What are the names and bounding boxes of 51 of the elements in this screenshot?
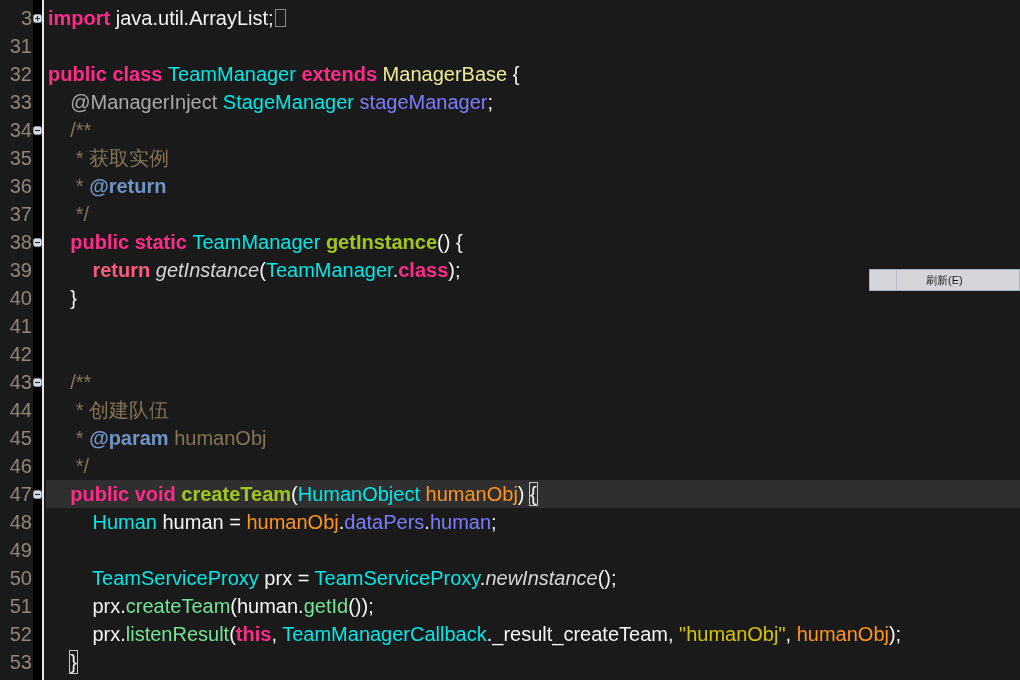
- collapse-icon[interactable]: [33, 125, 42, 135]
- line-number: 36: [8, 174, 33, 199]
- code-line: }: [69, 286, 77, 311]
- code-line: prx.createTeam(human.getId());: [91, 594, 374, 619]
- code-line: public void createTeam(HumanObject humanObj) {: [69, 482, 537, 507]
- expand-icon[interactable]: [33, 13, 42, 23]
- line-number: 52: [8, 622, 33, 647]
- line-number: 44: [8, 398, 33, 423]
- folded-code-marker-icon[interactable]: [274, 9, 286, 27]
- code-line: import java.util.ArrayList;: [48, 6, 274, 31]
- collapse-icon[interactable]: [33, 377, 42, 387]
- line-number: 46: [8, 454, 33, 479]
- code-line: public static TeamManager getInstance() {: [69, 230, 463, 255]
- menu-item[interactable]: 刷新(E): [870, 270, 1019, 290]
- code-line: prx.listenResult(this, TeamManagerCallback._result_createTeam, "humanObj", humanObj);: [91, 622, 902, 647]
- line-number: 49: [8, 538, 33, 563]
- code-line: */: [74, 202, 90, 227]
- line-number: 47: [8, 482, 33, 507]
- code-line: /**: [69, 118, 92, 143]
- code-line: * @param humanObj: [74, 426, 267, 451]
- code-line: */: [74, 454, 90, 479]
- code-line: Human human = humanObj.dataPers.human;: [91, 510, 497, 535]
- collapse-icon[interactable]: [33, 237, 42, 247]
- line-number: 3: [19, 6, 33, 31]
- code-line: * 创建队伍: [74, 398, 170, 423]
- line-number: 34: [8, 118, 33, 143]
- line-number: 35: [8, 146, 33, 171]
- code-line: * 获取实例: [74, 146, 170, 171]
- line-number: 42: [8, 342, 33, 367]
- line-number: 45: [8, 426, 33, 451]
- collapse-icon[interactable]: [33, 489, 42, 499]
- line-number: 40: [8, 286, 33, 311]
- line-number: 39: [8, 258, 33, 283]
- line-number: 32: [8, 62, 33, 87]
- line-number: 33: [8, 90, 33, 115]
- code-line: public class TeamManager extends ManagerBase {: [48, 62, 520, 87]
- line-number: 38: [8, 230, 33, 255]
- code-line: TeamServiceProxy prx = TeamServiceProxy.newInstance();: [91, 566, 617, 591]
- code-line: @ManagerInject StageManager stageManager;: [69, 90, 493, 115]
- line-number: 37: [8, 202, 33, 227]
- line-number: 41: [8, 314, 33, 339]
- line-number: 43: [8, 370, 33, 395]
- line-number: 31: [8, 34, 33, 59]
- code-line: * @return: [74, 174, 167, 199]
- code-line: return getInstance(TeamManager.class);: [91, 258, 461, 283]
- line-number: 51: [8, 594, 33, 619]
- line-number: 53: [8, 650, 33, 675]
- code-line: }: [69, 650, 77, 675]
- code-line: /**: [69, 370, 92, 395]
- line-number: 50: [8, 566, 33, 591]
- line-number: 48: [8, 510, 33, 535]
